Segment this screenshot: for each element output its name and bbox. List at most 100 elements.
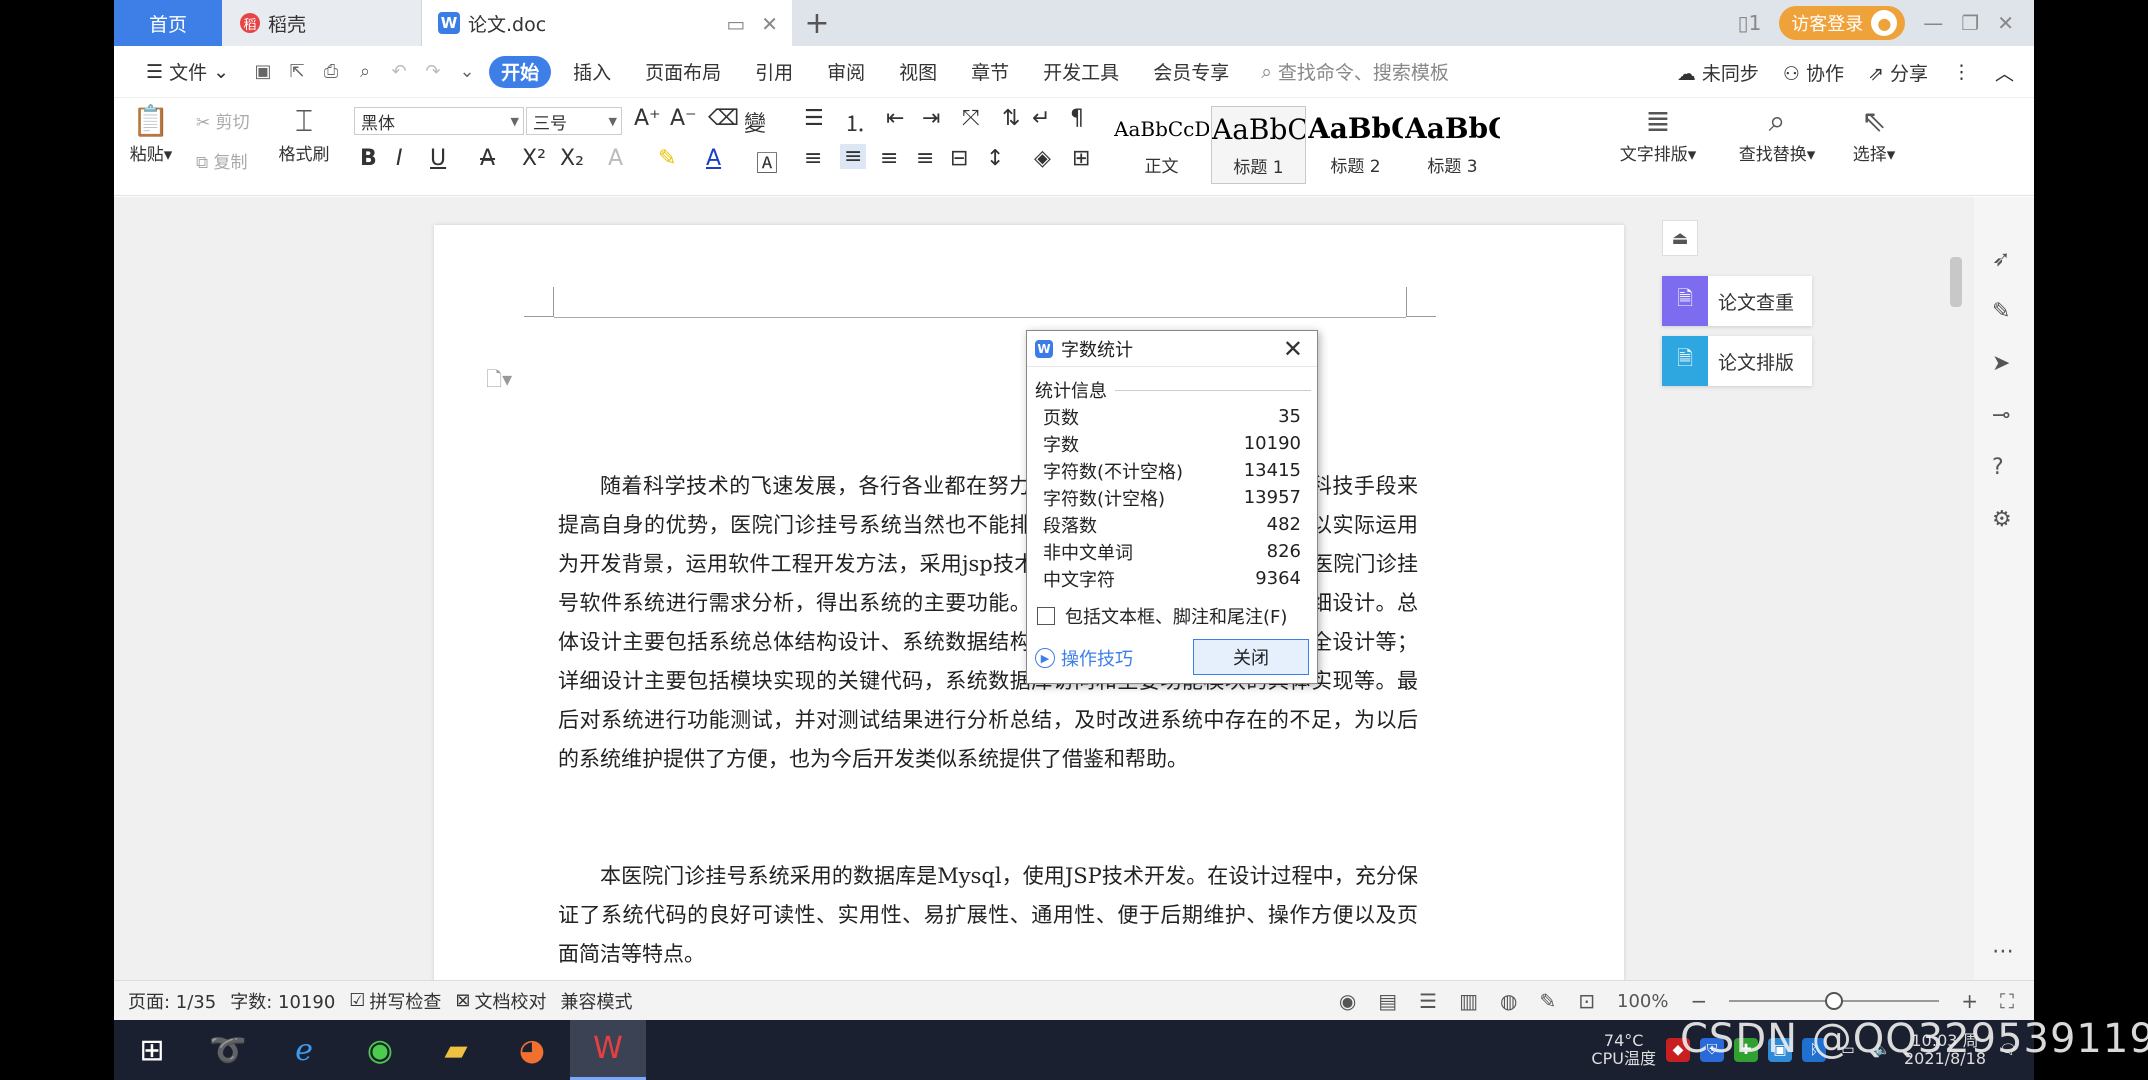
font-color-icon[interactable]: A	[706, 146, 721, 171]
word-count-indicator[interactable]: 字数: 10190	[230, 988, 335, 1014]
panel-collapse-icon[interactable]: ⏏	[1662, 220, 1698, 256]
tab-daoke[interactable]: 稻稻壳	[222, 0, 422, 46]
chinese-layout-icon[interactable]: ⤧	[962, 106, 980, 131]
menu-start[interactable]: 开始	[489, 55, 552, 88]
fullscreen-icon[interactable]: ⛶	[2000, 989, 2014, 1013]
zoom-knob[interactable]	[1825, 992, 1844, 1010]
zoom-in-icon[interactable]: +	[1961, 989, 1978, 1013]
tips-link[interactable]: ▶ 操作技巧	[1035, 645, 1133, 671]
collapse-ribbon-icon[interactable]: ︿	[1995, 59, 2014, 86]
style-heading-1[interactable]: AaBbC 标题 1	[1211, 106, 1306, 184]
paper-check-button[interactable]: 🗎 论文查重	[1662, 276, 1812, 326]
menu-view[interactable]: 视图	[887, 56, 949, 88]
undo-icon[interactable]: ↶	[387, 60, 411, 84]
font-size-select[interactable]: 三号 ▼	[526, 107, 622, 135]
write-view-icon[interactable]: ✎	[1539, 989, 1556, 1013]
start-button[interactable]: ⊞	[114, 1020, 190, 1080]
tab-document[interactable]: W 论文.doc ▭ ✕	[422, 0, 792, 46]
phonetic-icon[interactable]: 變	[744, 106, 766, 138]
cut-button[interactable]: ✂ 剪切	[196, 108, 250, 133]
more-icon[interactable]: ⋮	[1952, 61, 1971, 83]
tab-home[interactable]: 首页	[114, 0, 222, 46]
page-indicator[interactable]: 页面: 1/35	[128, 988, 216, 1014]
menu-review[interactable]: 审阅	[815, 56, 877, 88]
wps-taskbar-icon[interactable]: W	[570, 1020, 646, 1080]
page-options-icon[interactable]: 🗋▾	[486, 365, 512, 399]
style-heading-2[interactable]: AaBbC 标题 2	[1308, 106, 1403, 184]
align-right-icon[interactable]: ≡	[880, 146, 898, 171]
close-window-icon[interactable]: ✕	[1997, 11, 2014, 35]
zoom-level[interactable]: 100%	[1617, 991, 1668, 1012]
page-view-icon[interactable]: ▤	[1378, 989, 1397, 1013]
paste-button[interactable]: 📋 粘贴▾	[126, 104, 176, 165]
copy-button[interactable]: ⧉ 复制	[196, 148, 248, 173]
float-window-icon[interactable]: ▭	[726, 12, 745, 36]
line-spacing-icon[interactable]: ↕	[986, 146, 1004, 171]
print-icon[interactable]: ⎙	[319, 60, 343, 84]
underline-icon[interactable]: U	[430, 146, 446, 171]
scroll-thumb[interactable]	[1950, 257, 1962, 307]
checkbox-box[interactable]	[1037, 607, 1055, 625]
browser-360-icon[interactable]: ◉	[342, 1020, 418, 1080]
format-painter-button[interactable]: ⌶ 格式刷	[274, 104, 334, 165]
menu-page-layout[interactable]: 页面布局	[633, 56, 733, 88]
bullet-list-icon[interactable]: ☰	[804, 106, 824, 131]
grow-font-icon[interactable]: A⁺	[634, 106, 661, 131]
borders-icon[interactable]: ⊞	[1072, 146, 1090, 171]
fit-page-icon[interactable]: ⊡	[1578, 989, 1595, 1013]
app-360-icon[interactable]: ➰	[190, 1020, 266, 1080]
pen-icon[interactable]: ✎	[1992, 299, 2010, 324]
bold-icon[interactable]: B	[360, 146, 377, 171]
new-tab-button[interactable]: +	[792, 0, 842, 46]
help-icon[interactable]: ?	[1992, 455, 2004, 480]
italic-icon[interactable]: I	[396, 146, 403, 171]
show-marks-icon[interactable]: ¶	[1070, 106, 1084, 131]
print-preview-icon[interactable]: ⌕	[353, 60, 377, 84]
more-dots-icon[interactable]: ⋯	[1992, 939, 2014, 964]
spell-check-toggle[interactable]: ☑ 拼写检查	[349, 988, 441, 1014]
pointer-icon[interactable]: ➤	[1992, 351, 2010, 376]
menu-section[interactable]: 章节	[959, 56, 1021, 88]
ie-browser-icon[interactable]: ℯ	[266, 1020, 342, 1080]
eye-protect-icon[interactable]: ◉	[1339, 989, 1356, 1013]
highlight-icon[interactable]: ✎	[658, 146, 676, 171]
layout-switch-icon[interactable]: ▯1	[1738, 11, 1762, 35]
menu-insert[interactable]: 插入	[561, 56, 623, 88]
collab-button[interactable]: ⚇ 协作	[1783, 59, 1844, 86]
share-button[interactable]: ⇗ 分享	[1868, 59, 1928, 86]
numbered-list-icon[interactable]: ⒈	[844, 106, 866, 138]
dialog-close-button[interactable]: 关闭	[1193, 639, 1309, 675]
capture-app-icon[interactable]: ◕	[494, 1020, 570, 1080]
font-name-select[interactable]: 黑体 ▼	[354, 107, 524, 135]
shading-icon[interactable]: ◈	[1034, 146, 1051, 171]
align-center-icon[interactable]: ≡	[840, 144, 867, 169]
outline-view-icon[interactable]: ☰	[1419, 989, 1437, 1013]
restore-icon[interactable]: ❐	[1961, 11, 1979, 35]
image-settings-icon[interactable]: ⚙	[1992, 507, 2012, 532]
export-pdf-icon[interactable]: ⇱	[285, 60, 309, 84]
justify-icon[interactable]: ≡	[916, 146, 934, 171]
include-textbox-checkbox[interactable]: 包括文本框、脚注和尾注(F)	[1037, 603, 1287, 629]
close-tab-icon[interactable]: ✕	[761, 12, 778, 36]
vertical-scrollbar[interactable]	[1946, 197, 1966, 980]
align-left-icon[interactable]: ≡	[804, 146, 822, 171]
menu-member[interactable]: 会员专享	[1141, 56, 1241, 88]
web-view-icon[interactable]: ◍	[1500, 989, 1517, 1013]
redo-icon[interactable]: ↷	[421, 60, 445, 84]
minimize-icon[interactable]: —	[1923, 11, 1943, 35]
line-break-icon[interactable]: ↵	[1032, 106, 1050, 131]
text-effect-icon[interactable]: A	[608, 146, 623, 171]
text-layout-button[interactable]: ≣ 文字排版▾	[1608, 104, 1708, 165]
outdent-icon[interactable]: ⇤	[886, 106, 904, 131]
select-button[interactable]: ⇖ 选择▾	[1844, 104, 1904, 165]
save-icon[interactable]: ▣	[251, 60, 275, 84]
strikethrough-icon[interactable]: A	[480, 146, 495, 171]
reading-view-icon[interactable]: ▥	[1459, 989, 1478, 1013]
zoom-slider[interactable]	[1729, 992, 1940, 1010]
proofread-toggle[interactable]: ⊠ 文档校对	[455, 988, 546, 1014]
more-quick-icon[interactable]: ⌄	[455, 60, 479, 84]
sync-status[interactable]: ☁ 未同步	[1677, 59, 1759, 86]
find-replace-button[interactable]: ⌕ 查找替换▾	[1722, 104, 1832, 165]
command-search[interactable]: ⌕ 查找命令、搜索模板	[1261, 58, 1449, 85]
file-explorer-icon[interactable]: ▰	[418, 1020, 494, 1080]
